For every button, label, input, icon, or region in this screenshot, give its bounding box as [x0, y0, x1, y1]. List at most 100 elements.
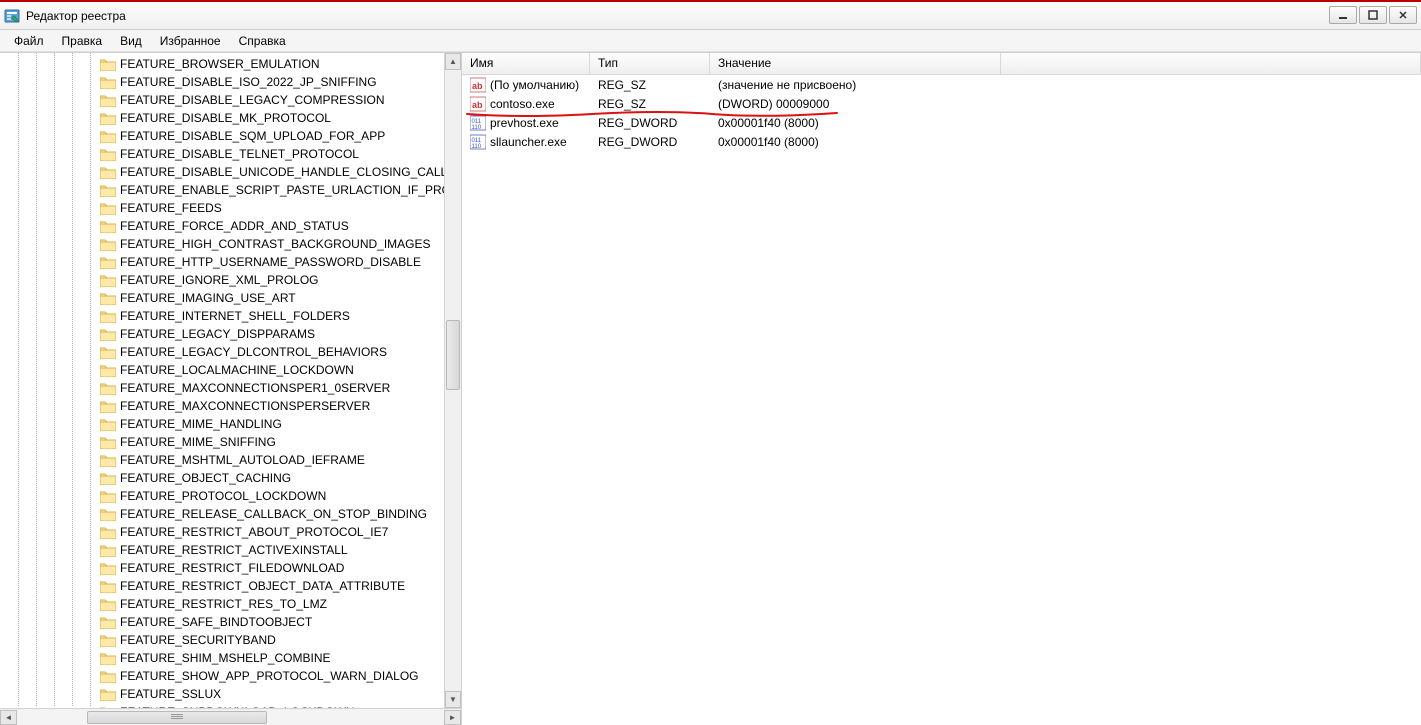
column-header-name[interactable]: Имя	[462, 53, 590, 74]
folder-icon	[100, 418, 116, 431]
tree-item[interactable]: FEATURE_LEGACY_DLCONTROL_BEHAVIORS	[0, 343, 461, 361]
tree-item[interactable]: FEATURE_SSLUX	[0, 685, 461, 703]
folder-icon	[100, 544, 116, 557]
folder-icon	[100, 274, 116, 287]
tree-item[interactable]: FEATURE_SAFE_BINDTOOBJECT	[0, 613, 461, 631]
list-row[interactable]: contoso.exeREG_SZ(DWORD) 00009000	[462, 94, 1421, 113]
tree-item[interactable]: FEATURE_DISABLE_UNICODE_HANDLE_CLOSING_C…	[0, 163, 461, 181]
tree-item-label: FEATURE_FORCE_ADDR_AND_STATUS	[120, 219, 349, 233]
tree-item[interactable]: FEATURE_RESTRICT_FILEDOWNLOAD	[0, 559, 461, 577]
tree-item[interactable]: FEATURE_MAXCONNECTIONSPERSERVER	[0, 397, 461, 415]
folder-icon	[100, 652, 116, 665]
tree-item[interactable]: FEATURE_OBJECT_CACHING	[0, 469, 461, 487]
folder-icon	[100, 148, 116, 161]
value-data: (DWORD) 00009000	[710, 97, 1421, 111]
scroll-up-arrow-icon[interactable]: ▲	[445, 53, 461, 70]
value-type: REG_DWORD	[590, 116, 710, 130]
list-row[interactable]: (По умолчанию)REG_SZ(значение не присвое…	[462, 75, 1421, 94]
tree-item[interactable]: FEATURE_PROTOCOL_LOCKDOWN	[0, 487, 461, 505]
tree-item[interactable]: FEATURE_MIME_SNIFFING	[0, 433, 461, 451]
tree-item[interactable]: FEATURE_RESTRICT_RES_TO_LMZ	[0, 595, 461, 613]
menu-view[interactable]: Вид	[112, 32, 150, 50]
tree-item[interactable]: FEATURE_RELEASE_CALLBACK_ON_STOP_BINDING	[0, 505, 461, 523]
folder-icon	[100, 400, 116, 413]
tree-item[interactable]: FEATURE_IMAGING_USE_ART	[0, 289, 461, 307]
scroll-track[interactable]	[17, 710, 444, 725]
list-row[interactable]: sllauncher.exeREG_DWORD0x00001f40 (8000)	[462, 132, 1421, 151]
tree-item[interactable]: FEATURE_DISABLE_MK_PROTOCOL	[0, 109, 461, 127]
tree-item-label: FEATURE_OBJECT_CACHING	[120, 471, 291, 485]
tree-item[interactable]: FEATURE_ENABLE_SCRIPT_PASTE_URLACTION_IF…	[0, 181, 461, 199]
tree-item-label: FEATURE_HIGH_CONTRAST_BACKGROUND_IMAGES	[120, 237, 431, 251]
column-header-type[interactable]: Тип	[590, 53, 710, 74]
tree-item-label: FEATURE_DISABLE_ISO_2022_JP_SNIFFING	[120, 75, 377, 89]
tree-item[interactable]: FEATURE_RESTRICT_ABOUT_PROTOCOL_IE7	[0, 523, 461, 541]
scroll-track[interactable]	[445, 70, 461, 691]
folder-icon	[100, 562, 116, 575]
folder-icon	[100, 454, 116, 467]
folder-icon	[100, 166, 116, 179]
list-body[interactable]: (По умолчанию)REG_SZ(значение не присвое…	[462, 75, 1421, 725]
tree-item[interactable]: FEATURE_MIME_HANDLING	[0, 415, 461, 433]
scroll-thumb[interactable]	[87, 711, 267, 724]
list-row[interactable]: prevhost.exeREG_DWORD0x00001f40 (8000)	[462, 113, 1421, 132]
tree-item[interactable]: FEATURE_HIGH_CONTRAST_BACKGROUND_IMAGES	[0, 235, 461, 253]
tree-item-label: FEATURE_BROWSER_EMULATION	[120, 57, 320, 71]
tree-item[interactable]: FEATURE_RESTRICT_OBJECT_DATA_ATTRIBUTE	[0, 577, 461, 595]
tree-scroll[interactable]: FEATURE_BROWSER_EMULATION FEATURE_DISABLE…	[0, 53, 461, 708]
folder-icon	[100, 202, 116, 215]
scroll-thumb[interactable]	[446, 320, 460, 390]
tree-item[interactable]: FEATURE_IGNORE_XML_PROLOG	[0, 271, 461, 289]
menu-edit[interactable]: Правка	[54, 32, 111, 50]
tree-item[interactable]: FEATURE_DISABLE_LEGACY_COMPRESSION	[0, 91, 461, 109]
tree-item-label: FEATURE_RESTRICT_FILEDOWNLOAD	[120, 561, 344, 575]
menu-file[interactable]: Файл	[6, 32, 52, 50]
tree-item-label: FEATURE_DISABLE_UNICODE_HANDLE_CLOSING_C…	[120, 165, 461, 179]
value-name: (По умолчанию)	[490, 78, 579, 92]
tree-item[interactable]: FEATURE_FEEDS	[0, 199, 461, 217]
tree-item[interactable]: FEATURE_FORCE_ADDR_AND_STATUS	[0, 217, 461, 235]
folder-icon	[100, 616, 116, 629]
scroll-left-arrow-icon[interactable]: ◄	[0, 710, 17, 725]
tree-item-label: FEATURE_SHOW_APP_PROTOCOL_WARN_DIALOG	[120, 669, 419, 683]
folder-icon	[100, 220, 116, 233]
folder-icon	[100, 346, 116, 359]
tree-vertical-scrollbar[interactable]: ▲ ▼	[444, 53, 461, 708]
tree-item-label: FEATURE_RESTRICT_RES_TO_LMZ	[120, 597, 327, 611]
tree-item[interactable]: FEATURE_LOCALMACHINE_LOCKDOWN	[0, 361, 461, 379]
titlebar: Редактор реестра	[0, 2, 1421, 30]
tree-item[interactable]: FEATURE_DISABLE_SQM_UPLOAD_FOR_APP	[0, 127, 461, 145]
menu-help[interactable]: Справка	[231, 32, 294, 50]
tree-item[interactable]: FEATURE_SHOW_APP_PROTOCOL_WARN_DIALOG	[0, 667, 461, 685]
tree-item-label: FEATURE_HTTP_USERNAME_PASSWORD_DISABLE	[120, 255, 421, 269]
tree-item[interactable]: FEATURE_BROWSER_EMULATION	[0, 55, 461, 73]
tree-item[interactable]: FEATURE_DISABLE_ISO_2022_JP_SNIFFING	[0, 73, 461, 91]
tree-item-label: FEATURE_MIME_SNIFFING	[120, 435, 276, 449]
tree-item[interactable]: FEATURE_SECURITYBAND	[0, 631, 461, 649]
tree-item[interactable]: FEATURE_SHIM_MSHELP_COMBINE	[0, 649, 461, 667]
tree-pane: FEATURE_BROWSER_EMULATION FEATURE_DISABLE…	[0, 53, 462, 725]
folder-icon	[100, 526, 116, 539]
menu-favorites[interactable]: Избранное	[152, 32, 229, 50]
column-header-value[interactable]: Значение	[710, 53, 1001, 74]
close-button[interactable]	[1389, 6, 1417, 24]
tree-item[interactable]: FEATURE_LEGACY_DISPPARAMS	[0, 325, 461, 343]
tree-item[interactable]: FEATURE_RESTRICT_ACTIVEXINSTALL	[0, 541, 461, 559]
scroll-down-arrow-icon[interactable]: ▼	[445, 691, 461, 708]
tree-item-label: FEATURE_SSLUX	[120, 687, 221, 701]
tree-item-label: FEATURE_MAXCONNECTIONSPERSERVER	[120, 399, 370, 413]
tree-item[interactable]: FEATURE_INTERNET_SHELL_FOLDERS	[0, 307, 461, 325]
tree-item-label: FEATURE_DISABLE_LEGACY_COMPRESSION	[120, 93, 385, 107]
tree-item-label: FEATURE_MSHTML_AUTOLOAD_IEFRAME	[120, 453, 365, 467]
tree-item[interactable]: FEATURE_MAXCONNECTIONSPER1_0SERVER	[0, 379, 461, 397]
tree-item[interactable]: FEATURE_MSHTML_AUTOLOAD_IEFRAME	[0, 451, 461, 469]
tree-item[interactable]: FEATURE_DISABLE_TELNET_PROTOCOL	[0, 145, 461, 163]
maximize-button[interactable]	[1359, 6, 1387, 24]
tree-horizontal-scrollbar[interactable]: ◄ ►	[0, 708, 461, 725]
value-data: 0x00001f40 (8000)	[710, 116, 1421, 130]
minimize-button[interactable]	[1329, 6, 1357, 24]
column-header-spacer[interactable]	[1001, 53, 1421, 74]
scroll-right-arrow-icon[interactable]: ►	[444, 710, 461, 725]
tree-item-label: FEATURE_LEGACY_DLCONTROL_BEHAVIORS	[120, 345, 387, 359]
tree-item[interactable]: FEATURE_HTTP_USERNAME_PASSWORD_DISABLE	[0, 253, 461, 271]
